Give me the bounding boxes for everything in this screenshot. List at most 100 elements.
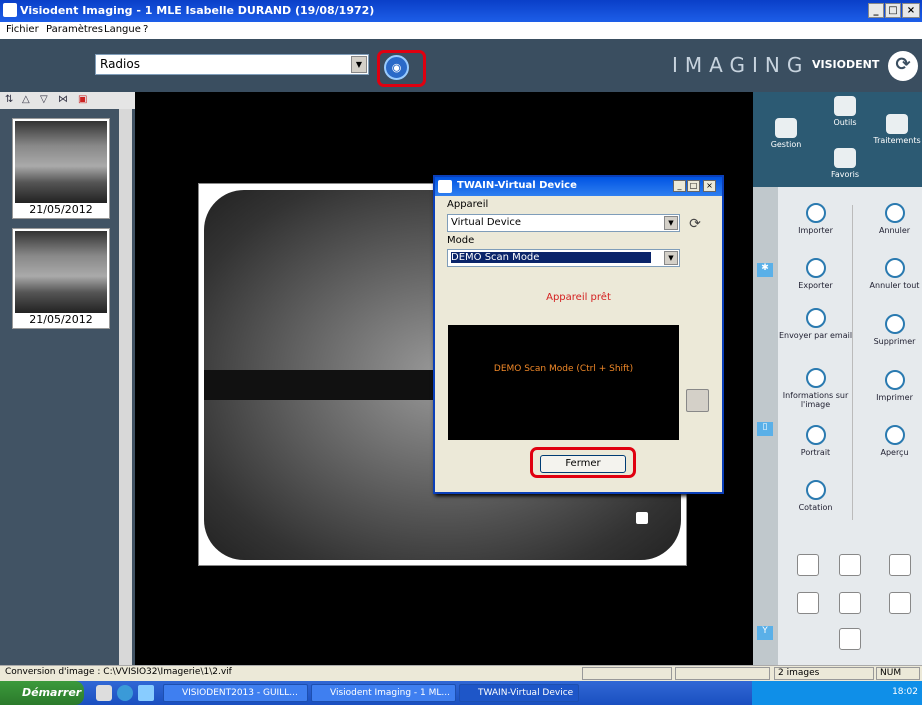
status-image-count: 2 images [774,667,874,680]
rotate-icon[interactable] [839,592,861,614]
thumbnail-scrollbar[interactable] [119,109,132,665]
thumbnail-item[interactable]: 21/05/2012 [12,228,110,329]
status-pane [582,667,672,680]
action-label: Imprimer [876,393,913,402]
snowflake-icon[interactable]: ✱ [757,263,773,277]
tooth-icon [886,114,908,134]
outils-button[interactable]: Outils [825,96,865,127]
status-path: Conversion d'image : C:\VVISIO32\Imageri… [5,667,232,677]
chevron-down-icon[interactable]: ▼ [664,251,678,265]
window-title-bar[interactable]: Visiodent Imaging - 1 MLE Isabelle DURAN… [0,0,922,22]
menu-parametres[interactable]: Paramètres [46,24,103,35]
export-icon [805,258,826,278]
desktop-icon[interactable] [138,685,154,701]
settings-icon[interactable] [686,389,709,412]
status-num: NUM [876,667,920,680]
action-imprimer[interactable]: Imprimer [857,370,922,402]
action-portrait[interactable]: Portrait [778,425,853,457]
chevron-down-icon[interactable]: ▼ [351,56,367,73]
action-label: Cotation [798,503,833,512]
minimize-button[interactable]: _ [868,3,884,18]
action-informations[interactable]: Informations sur l'image [778,368,853,409]
scan-preview [448,325,679,440]
action-cotation[interactable]: Cotation [778,480,853,512]
outils-label: Outils [833,118,857,127]
menu-langue[interactable]: Langue [104,24,141,35]
chevron-down-icon[interactable]: ▼ [664,216,678,230]
action-envoyer-email[interactable]: Envoyer par email [778,308,853,340]
action-importer[interactable]: Importer [778,203,853,235]
traitements-label: Traitements [873,136,921,145]
image-type-value: Radios [100,57,140,71]
favoris-button[interactable]: Favoris [825,148,865,179]
app-icon [3,3,17,17]
camera-icon[interactable]: ◉ [384,55,409,80]
thumbnail-toolbar: ⇅ △ ▽ ⋈ ▣ [0,92,135,109]
action-label: Envoyer par email [778,331,853,340]
action-apercu[interactable]: Aperçu [857,425,922,457]
dialog-minimize-button[interactable]: _ [673,180,686,192]
taskbar-item-active[interactable]: TWAIN-Virtual Device [459,684,579,702]
traitements-button[interactable]: Traitements [873,114,921,145]
action-label: Informations sur l'image [782,391,849,409]
favoris-label: Favoris [830,170,860,179]
gestion-button[interactable]: Gestion [766,118,806,149]
compare-view-icon[interactable] [839,554,861,576]
action-annuler[interactable]: Annuler [857,203,922,235]
thumbnail-item[interactable]: 21/05/2012 [12,118,110,219]
single-view-icon[interactable] [797,554,819,576]
device-value: Virtual Device [451,217,522,228]
action-annuler-tout[interactable]: Annuler tout [857,258,922,290]
thumbnail-image [15,121,107,203]
triangle-up-icon[interactable]: △ [22,94,30,105]
brand-logo-icon: ⟳ [888,51,918,81]
action-supprimer[interactable]: Supprimer [857,314,922,346]
sort-icon[interactable]: ⇅ [5,94,13,105]
exit-door-icon[interactable] [839,628,861,650]
film-icon[interactable]: ▣ [78,94,87,105]
y-marker-icon[interactable]: Y [757,626,773,640]
frame-icon[interactable] [797,592,819,614]
close-button[interactable]: × [902,3,920,18]
browser-icon[interactable] [117,685,133,701]
thumbnail-panel: 21/05/2012 21/05/2012 [0,109,135,665]
taskbar-item[interactable]: Visiodent Imaging - 1 ML... [311,684,456,702]
action-exporter[interactable]: Exporter [778,258,853,290]
undo-icon [884,203,905,223]
folder-icon [775,118,797,138]
flip-icon[interactable] [889,592,911,614]
menu-fichier[interactable]: Fichier [6,24,39,35]
system-tray: 18:02 [752,681,922,705]
print-icon [884,370,905,390]
action-label: Annuler [878,226,911,235]
undo-all-icon [884,258,905,278]
panel-toggle-icon[interactable]: ▯ [757,422,773,436]
menu-help[interactable]: ? [143,24,148,35]
search-icon [834,96,856,116]
dialog-maximize-button[interactable]: □ [687,180,700,192]
fermer-button[interactable]: Fermer [540,455,626,473]
mode-select[interactable]: DEMO Scan Mode ▼ [447,249,680,267]
action-label: Aperçu [880,448,909,457]
mode-label: Mode [447,235,475,246]
start-button[interactable]: Démarrer [0,681,84,705]
window-title: Visiodent Imaging - 1 MLE Isabelle DURAN… [20,4,375,17]
taskbar-item[interactable]: VISIODENT2013 - GUILL... [163,684,308,702]
device-label: Appareil [447,199,489,210]
thumbnail-date: 21/05/2012 [29,203,93,216]
triangle-down-icon[interactable]: ▽ [40,94,48,105]
maximize-button[interactable]: □ [885,3,901,18]
cross-icon[interactable]: ⋈ [58,94,68,105]
refresh-icon[interactable]: ⟳ [686,216,704,234]
grid-view-icon[interactable] [889,554,911,576]
action-label: Exporter [798,281,833,290]
thumbnail-image [15,231,107,313]
dialog-close-button[interactable]: × [703,180,716,192]
image-type-select[interactable]: Radios ▼ [95,54,369,75]
device-select[interactable]: Virtual Device ▼ [447,214,680,232]
device-status: Appareil prêt [546,292,611,303]
gestion-label: Gestion [770,140,802,149]
menu-bar: Fichier Paramètres Langue ? [0,22,922,39]
quicklaunch-icon[interactable] [96,685,112,701]
actions-divider [852,205,853,520]
